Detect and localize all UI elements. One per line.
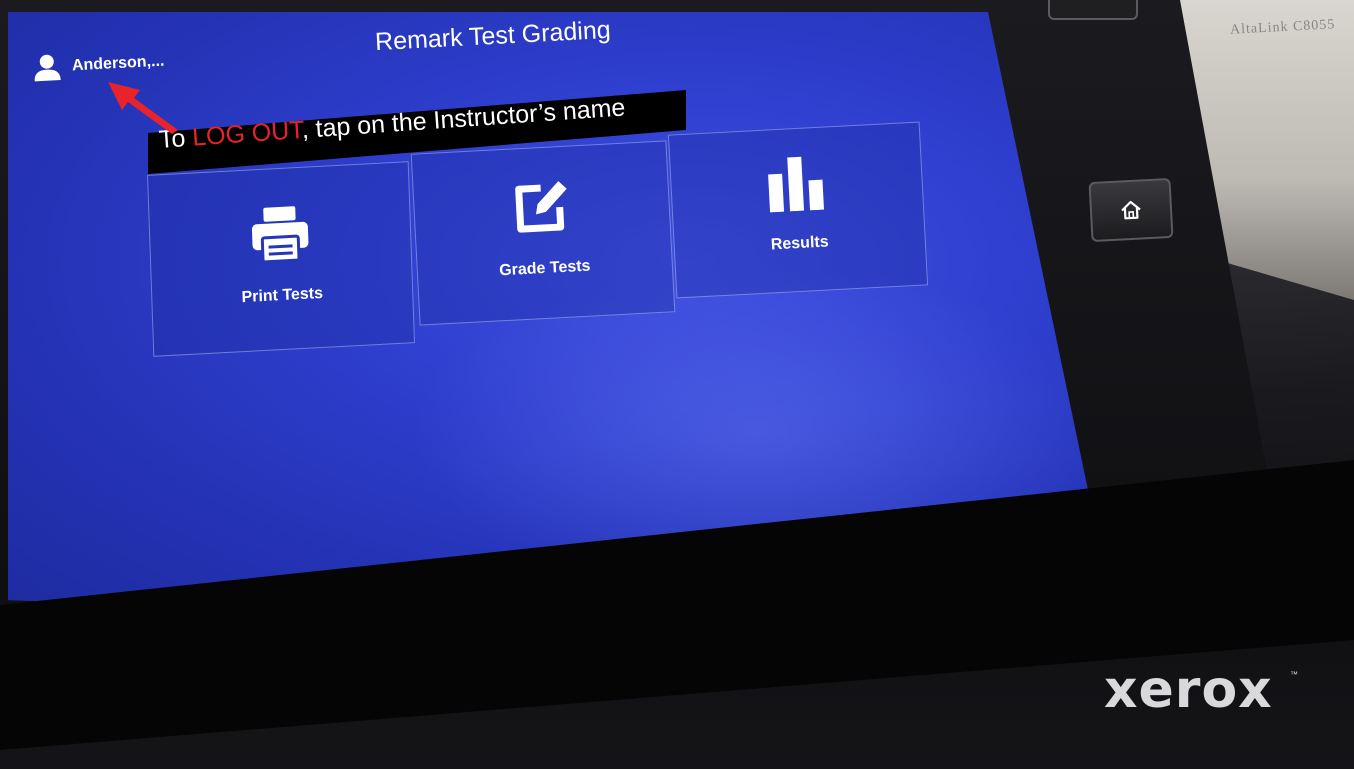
brand-logo: xerox (1104, 660, 1273, 720)
tile-label: Grade Tests (498, 257, 591, 280)
grade-tests-tile[interactable]: Grade Tests (410, 140, 676, 326)
printer-icon (251, 206, 309, 264)
tile-label: Results (770, 233, 830, 254)
edit-icon (515, 181, 567, 233)
bar-chart-icon (768, 156, 825, 213)
pointer-arrow-icon (108, 82, 178, 134)
brand-trademark: ™ (1290, 670, 1298, 679)
hardware-home-button[interactable] (1088, 177, 1174, 243)
tile-label: Print Tests (241, 284, 324, 307)
results-tile[interactable]: Results (667, 121, 929, 299)
hardware-top-button[interactable] (1048, 0, 1138, 20)
print-tests-tile[interactable]: Print Tests (147, 161, 415, 357)
user-icon (34, 54, 61, 82)
home-icon (1121, 200, 1141, 220)
photo-stage: AltaLink C8055 Anderson,... Remark Test … (0, 0, 1354, 769)
